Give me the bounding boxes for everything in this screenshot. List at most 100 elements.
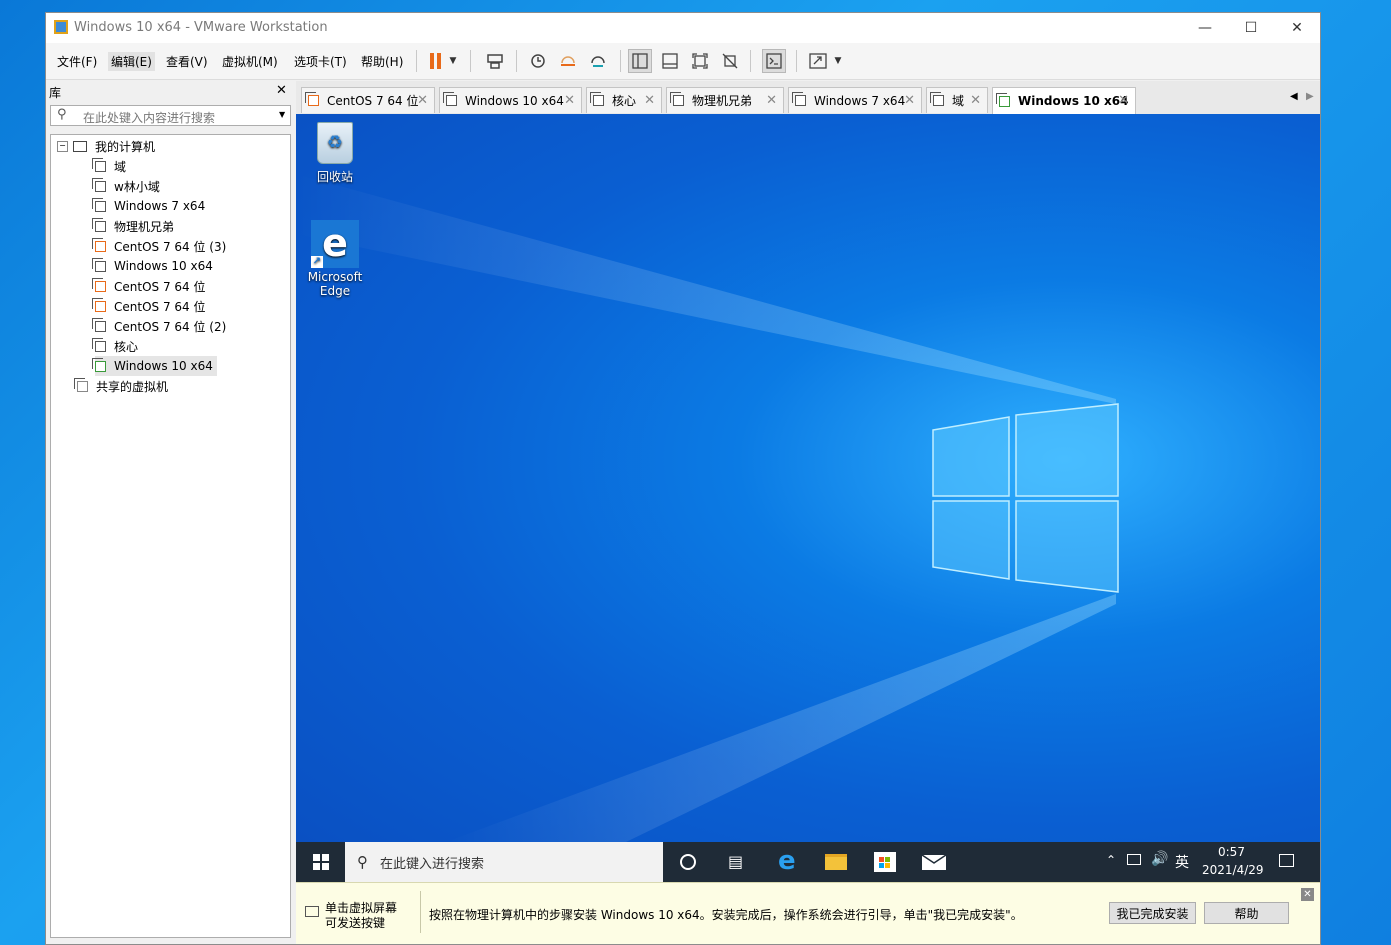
vm-icon [92, 157, 106, 172]
menu-tabs[interactable]: 选项卡(T) [291, 52, 350, 71]
done-install-button[interactable]: 我已完成安装 [1109, 902, 1196, 924]
tab-label: Windows 10 x64 [465, 93, 564, 108]
search-icon: ⚲ [57, 107, 67, 122]
unity-icon[interactable] [718, 49, 742, 73]
tree-item[interactable]: 核心 [92, 336, 138, 356]
menu-help[interactable]: 帮助(H) [358, 52, 406, 71]
close-button[interactable]: ✕ [1274, 13, 1320, 43]
toolbar-separator [796, 50, 797, 72]
chevron-down-icon[interactable]: ▼ [446, 49, 460, 73]
taskbar-search-input[interactable]: ⚲ 在此键入进行搜索 [345, 842, 663, 882]
chevron-down-icon[interactable]: ▼ [279, 110, 285, 119]
task-view-icon[interactable]: ▤ [728, 852, 743, 871]
library-header: 库 [49, 86, 62, 100]
stretch-icon[interactable] [806, 49, 830, 73]
recycle-bin-icon: ♻ [317, 122, 353, 164]
menu-view[interactable]: 查看(V) [163, 52, 211, 71]
close-icon[interactable]: ✕ [564, 93, 575, 108]
vm-running-icon [305, 92, 319, 106]
tab-scroll-right-icon[interactable]: ▶ [1306, 91, 1314, 102]
toolbar-separator [470, 50, 471, 72]
close-icon[interactable]: ✕ [1118, 93, 1129, 108]
tree-item[interactable]: Windows 7 x64 [92, 196, 205, 216]
close-icon[interactable]: ✕ [904, 93, 915, 108]
desktop-icon-label: Microsoft Edge [307, 270, 363, 298]
close-icon[interactable]: ✕ [417, 93, 428, 108]
network-icon[interactable] [1127, 854, 1141, 865]
tree-item[interactable]: 物理机兄弟 [92, 216, 174, 236]
revert-snapshot-icon[interactable] [556, 49, 580, 73]
notifications-icon[interactable] [1279, 854, 1294, 867]
taskbar-time[interactable]: 0:57 [1218, 845, 1245, 859]
vm-running-icon [92, 237, 106, 252]
tree-item[interactable]: CentOS 7 64 位 [92, 296, 205, 316]
tree-label: CentOS 7 64 位 [114, 279, 206, 294]
pause-icon[interactable] [424, 49, 448, 73]
desktop-icon-recycle-bin[interactable]: ♻ 回收站 [305, 122, 365, 185]
tree-item[interactable]: CentOS 7 64 位 (3) [92, 236, 226, 256]
tab-scroll-left-icon[interactable]: ◀ [1290, 91, 1298, 102]
title-bar: Windows 10 x64 - VMware Workstation — ☐ … [46, 13, 1320, 43]
tab-domain[interactable]: 域 ✕ [926, 87, 988, 113]
snapshot-icon[interactable] [526, 49, 550, 73]
ime-indicator[interactable]: 英 [1175, 852, 1189, 872]
library-panel: 库 ✕ ⚲ 在此处键入内容进行搜索 ▼ − 我的计算机 域 w林小域 Windo… [46, 81, 294, 944]
tab-core[interactable]: 核心 ✕ [586, 87, 662, 113]
install-info-bar: 单击虚拟屏幕 可发送按键 按照在物理计算机中的步骤安装 Windows 10 x… [296, 882, 1320, 944]
vm-display[interactable]: ♻ 回收站 e ↗ Microsoft Edge ⚲ 在此键入进行搜索 ▤ e [296, 114, 1320, 882]
mail-icon[interactable] [921, 854, 947, 870]
taskbar-date[interactable]: 2021/4/29 [1202, 863, 1264, 877]
menu-vm[interactable]: 虚拟机(M) [219, 52, 281, 71]
tree-item[interactable]: w林小域 [92, 176, 160, 196]
send-ctrl-alt-del-icon[interactable] [483, 49, 507, 73]
menu-file[interactable]: 文件(F) [54, 52, 100, 71]
tab-windows-7[interactable]: Windows 7 x64 ✕ [788, 87, 922, 113]
close-icon[interactable]: ✕ [644, 93, 655, 108]
close-icon[interactable]: ✕ [1301, 888, 1314, 901]
volume-icon[interactable]: 🔊 [1151, 851, 1168, 867]
tree-shared-vms[interactable]: 共享的虚拟机 [74, 376, 168, 396]
menu-edit[interactable]: 编辑(E) [108, 52, 155, 71]
tree-item[interactable]: Windows 10 x64 [92, 256, 213, 276]
menu-bar: 文件(F) 编辑(E) 查看(V) 虚拟机(M) 选项卡(T) 帮助(H) ▼ [46, 43, 1320, 80]
tab-windows-10-active[interactable]: Windows 10 x64 ✕ [992, 87, 1136, 114]
close-icon[interactable]: ✕ [970, 93, 981, 108]
windows-wallpaper-logo [296, 174, 1119, 842]
store-icon[interactable] [874, 852, 896, 872]
tab-windows-10[interactable]: Windows 10 x64 ✕ [439, 87, 582, 113]
maximize-button[interactable]: ☐ [1228, 13, 1274, 43]
thumbnail-bar-icon[interactable] [658, 49, 682, 73]
tab-label: 核心 [612, 94, 637, 108]
library-search-input[interactable]: ⚲ 在此处键入内容进行搜索 ▼ [50, 105, 291, 126]
chevron-down-icon[interactable]: ▼ [831, 49, 845, 73]
help-button[interactable]: 帮助 [1204, 902, 1289, 924]
edge-taskbar-icon[interactable]: e [778, 846, 796, 876]
cortana-icon[interactable] [680, 854, 696, 870]
snapshot-manager-icon[interactable] [586, 49, 610, 73]
file-explorer-icon[interactable] [825, 854, 847, 870]
tree-root-my-computer[interactable]: − 我的计算机 [57, 136, 155, 156]
collapse-icon[interactable]: − [57, 140, 68, 152]
tree-item-selected[interactable]: Windows 10 x64 [92, 356, 217, 376]
full-screen-icon[interactable] [688, 49, 712, 73]
tab-physical-bro[interactable]: 物理机兄弟 ✕ [666, 87, 784, 113]
windows-start-icon[interactable] [313, 854, 329, 870]
desktop-icon-edge[interactable]: e ↗ Microsoft Edge [305, 220, 365, 298]
show-library-icon[interactable] [628, 49, 652, 73]
vm-icon [92, 337, 106, 352]
toolbar-separator [416, 50, 417, 72]
close-icon[interactable]: ✕ [276, 83, 287, 98]
toolbar-separator [750, 50, 751, 72]
tab-label: 物理机兄弟 [692, 94, 753, 108]
minimize-button[interactable]: — [1182, 13, 1228, 43]
tree-item[interactable]: CentOS 7 64 位 [92, 276, 206, 296]
tree-item[interactable]: CentOS 7 64 位 (2) [92, 316, 226, 336]
guest-taskbar: ⚲ 在此键入进行搜索 ▤ e ⌃ 🔊 英 0:57 2021/4/29 [296, 842, 1320, 882]
tree-item[interactable]: 域 [92, 156, 126, 176]
tree-label: w林小域 [114, 179, 160, 194]
desktop-icon-label: 回收站 [316, 170, 353, 184]
close-icon[interactable]: ✕ [766, 93, 777, 108]
tab-centos[interactable]: CentOS 7 64 位 ✕ [301, 87, 435, 113]
console-icon[interactable] [762, 49, 786, 73]
chevron-up-icon[interactable]: ⌃ [1106, 853, 1116, 867]
